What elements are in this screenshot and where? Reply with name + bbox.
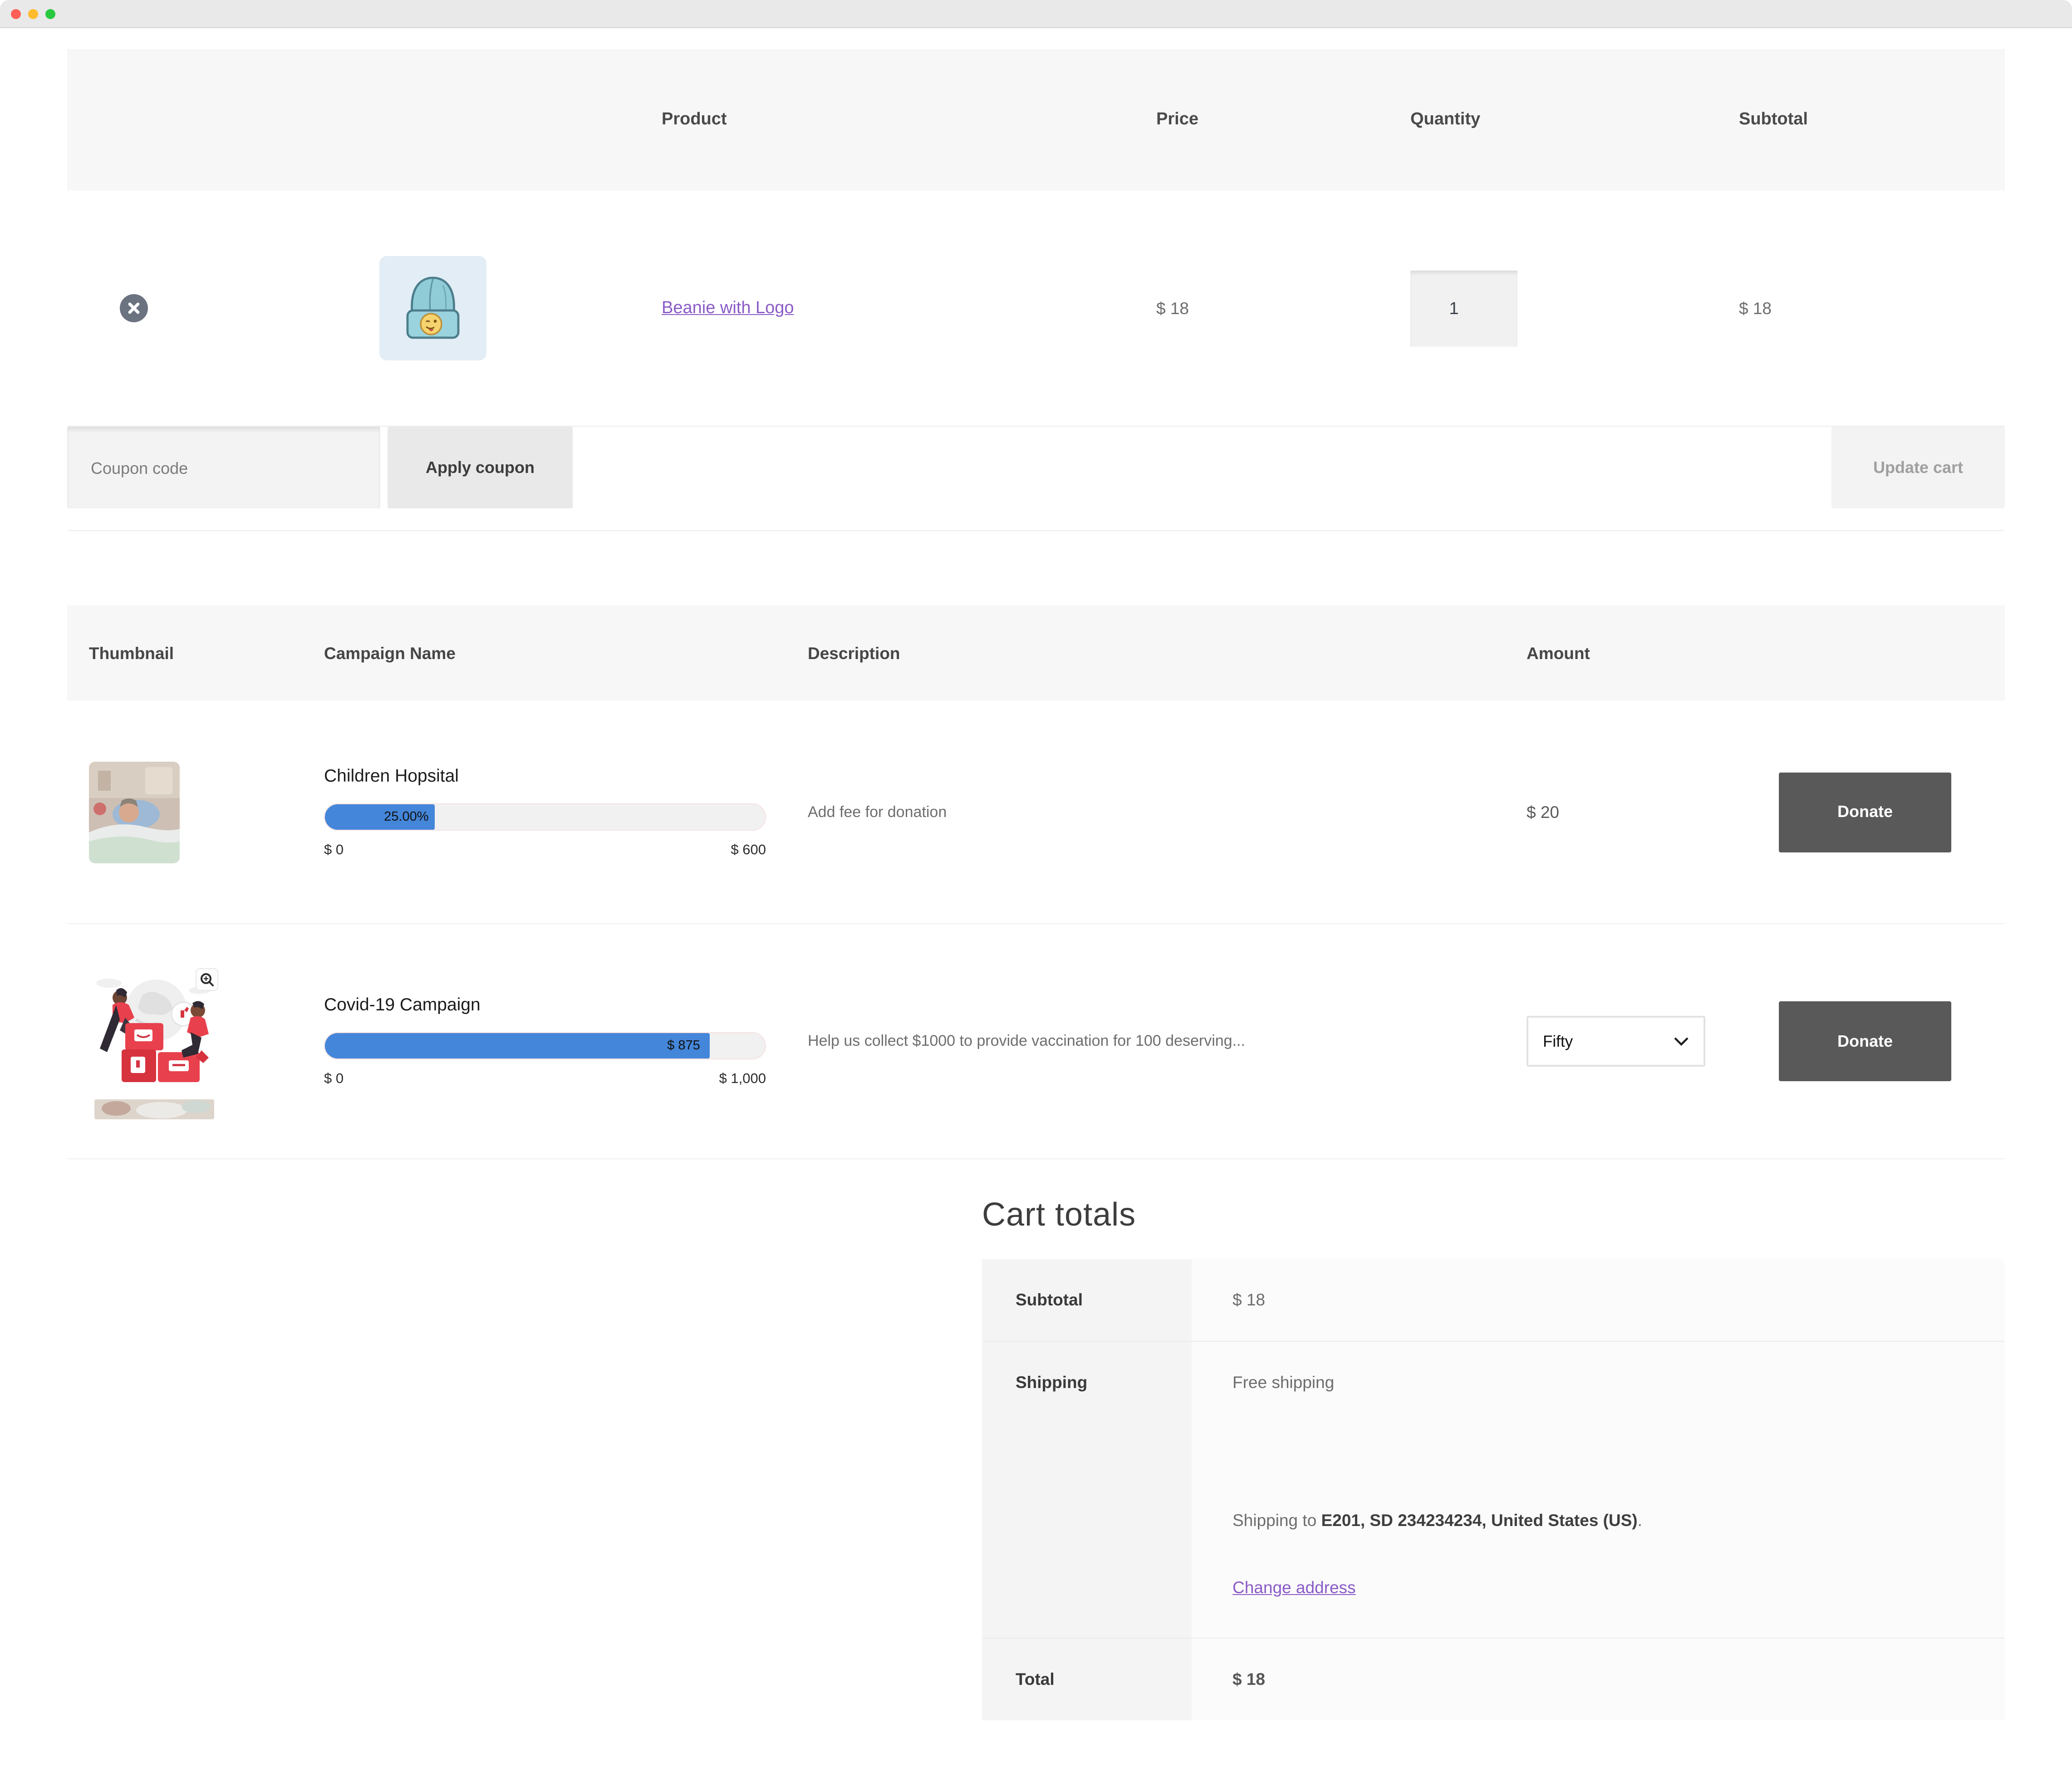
column-header-amount: Amount <box>1527 643 1779 663</box>
cart-totals-table: Subtotal $ 18 Shipping Free shipping Shi… <box>982 1259 2005 1720</box>
column-header-product: Product <box>662 110 1156 130</box>
campaign-row-covid-19: Covid-19 Campaign $ 875 $ 0 $ 1,000 Help… <box>67 924 2005 1159</box>
column-header-description: Description <box>808 643 1527 663</box>
campaign-progress-fill: 25.00% <box>325 804 435 829</box>
shipping-destination: Shipping to E201, SD 234234234, United S… <box>1232 1511 1996 1531</box>
cart-page: Product Price Quantity Subtotal <box>0 28 2072 1748</box>
campaign-raised-min: $ 0 <box>324 1071 344 1088</box>
campaign-raised-min: $ 0 <box>324 842 344 858</box>
cart-actions-row: Apply coupon Update cart <box>67 427 2005 531</box>
campaign-amount: $ 20 <box>1527 802 1779 822</box>
item-price: $ 18 <box>1156 298 1410 318</box>
column-header-campaign-name: Campaign Name <box>324 643 808 663</box>
cart-item-row: Beanie with Logo $ 18 $ 18 <box>67 191 2005 427</box>
donation-campaigns-table: Thumbnail Campaign Name Description Amou… <box>67 606 2005 1159</box>
remove-item-button[interactable] <box>120 294 148 322</box>
window-minimize-button[interactable] <box>28 9 38 19</box>
campaign-description: Add fee for donation <box>808 803 1527 821</box>
campaign-name: Covid-19 Campaign <box>324 995 808 1016</box>
subtotal-value: $ 18 <box>1192 1259 2005 1341</box>
campaign-progress-bar: 25.00% <box>324 803 766 830</box>
shipping-details: Free shipping Shipping to E201, SD 23423… <box>1192 1341 2005 1638</box>
column-header-quantity: Quantity <box>1410 110 1683 130</box>
campaign-goal: $ 1,000 <box>719 1071 766 1088</box>
cart-totals-section: Cart totals Subtotal $ 18 Shipping Free … <box>67 1196 2005 1748</box>
chevron-down-icon <box>1674 1036 1689 1046</box>
window-titlebar <box>0 0 2072 28</box>
update-cart-button[interactable]: Update cart <box>1831 427 2005 508</box>
donate-button-covid-19[interactable]: Donate <box>1779 1001 1951 1081</box>
change-address-link[interactable]: Change address <box>1232 1578 1356 1598</box>
campaign-thumbnail-children-hospital <box>89 761 180 863</box>
shipping-label: Shipping <box>982 1341 1192 1638</box>
campaign-progress-fill: $ 875 <box>325 1033 710 1058</box>
shipping-method: Free shipping <box>1232 1373 1996 1393</box>
donation-amount-selected-value: Fifty <box>1543 1032 1573 1051</box>
campaign-thumbnail-covid-19 <box>89 963 223 1119</box>
coupon-code-input[interactable] <box>67 427 380 508</box>
apply-coupon-button[interactable]: Apply coupon <box>388 427 573 508</box>
subtotal-label: Subtotal <box>982 1259 1192 1341</box>
product-name-link[interactable]: Beanie with Logo <box>662 298 794 317</box>
product-thumbnail-beanie[interactable] <box>379 256 486 360</box>
window-zoom-button[interactable] <box>45 9 55 19</box>
window-close-button[interactable] <box>11 9 21 19</box>
donation-amount-select[interactable]: Fifty <box>1527 1016 1705 1067</box>
shipping-address: E201, SD 234234234, United States (US) <box>1321 1511 1637 1530</box>
donate-button-children-hospital[interactable]: Donate <box>1779 772 1951 852</box>
cart-totals-title: Cart totals <box>982 1196 2005 1234</box>
item-subtotal: $ 18 <box>1683 298 2005 318</box>
browser-window: Product Price Quantity Subtotal <box>0 0 2072 1792</box>
total-value: $ 18 <box>1192 1638 2005 1720</box>
campaign-description: Help us collect $1000 to provide vaccina… <box>808 1032 1527 1050</box>
campaign-name: Children Hopsital <box>324 766 808 787</box>
column-header-thumbnail: Thumbnail <box>67 643 324 663</box>
campaign-goal: $ 600 <box>731 842 766 858</box>
column-header-price: Price <box>1156 110 1410 130</box>
column-header-subtotal: Subtotal <box>1683 110 2005 130</box>
cart-table-header: Product Price Quantity Subtotal <box>67 49 2005 191</box>
campaign-progress-bar: $ 875 <box>324 1032 766 1059</box>
campaign-row-children-hospital: Children Hopsital 25.00% $ 0 $ 600 Add f… <box>67 701 2005 924</box>
cart-table: Product Price Quantity Subtotal <box>67 49 2005 531</box>
campaigns-table-header: Thumbnail Campaign Name Description Amou… <box>67 606 2005 701</box>
close-icon <box>127 301 141 315</box>
total-label: Total <box>982 1638 1192 1720</box>
quantity-input[interactable] <box>1410 270 1517 346</box>
